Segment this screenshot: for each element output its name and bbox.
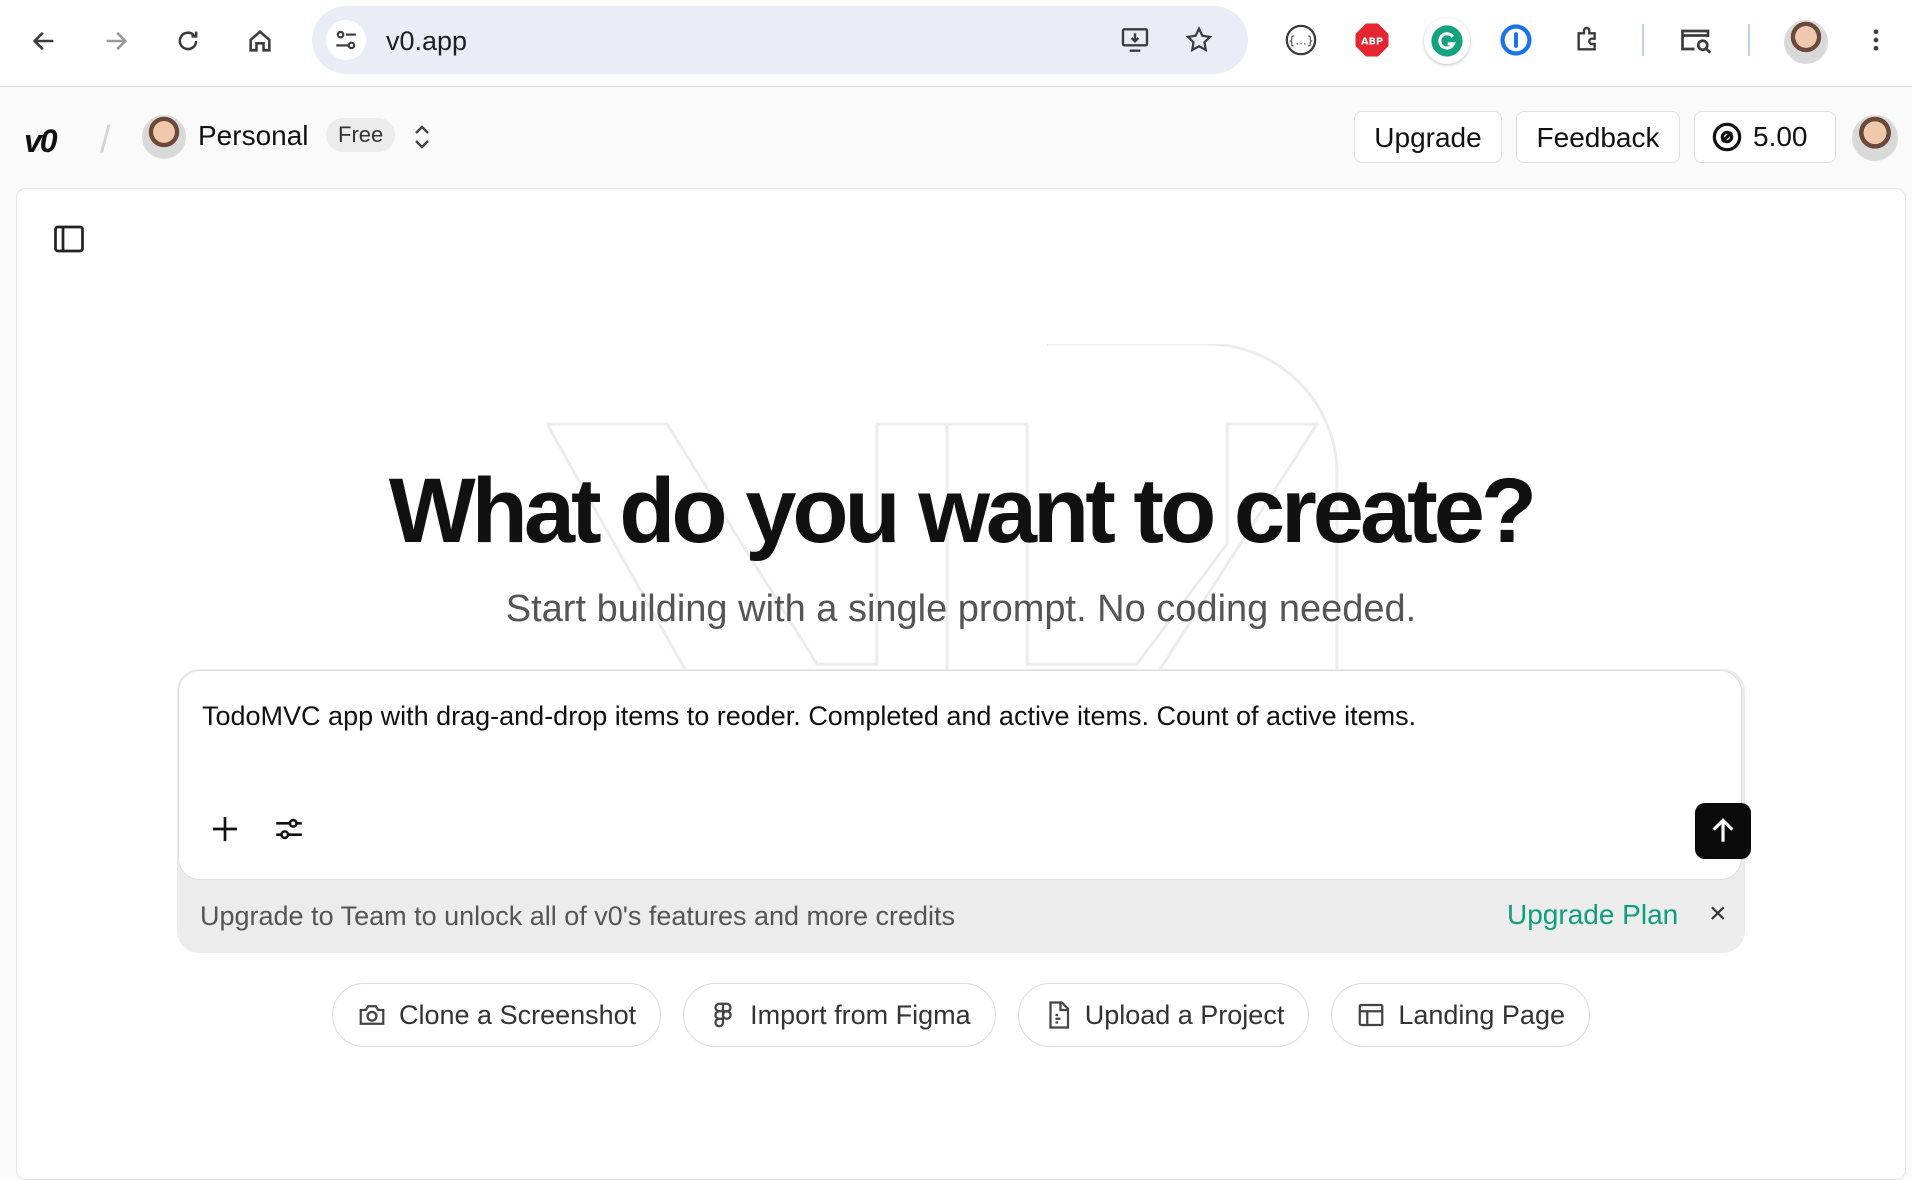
figma-icon [714,1002,732,1028]
workspace-name[interactable]: Personal [198,120,309,152]
hero-title: What do you want to create? [388,460,1537,562]
forward-icon[interactable] [96,21,136,61]
svg-text:ABP: ABP [1361,37,1383,48]
1password-icon[interactable] [1496,20,1536,60]
prompt-container: TodoMVC app with drag-and-drop items to … [177,669,1751,953]
adblock-plus-icon[interactable]: ABP [1352,20,1392,60]
prompt-text[interactable]: TodoMVC app with drag-and-drop items to … [202,701,1416,732]
plan-badge: Free [326,118,396,152]
upgrade-plan-link[interactable]: Upgrade Plan [1507,899,1678,931]
suggestion-import-figma[interactable]: Import from Figma [683,983,996,1047]
suggestion-label: Import from Figma [750,999,971,1030]
reload-icon[interactable] [168,21,208,61]
v0-logo[interactable]: v0 [24,123,58,160]
header-separator: / [100,119,111,161]
file-upload-icon [1049,1001,1069,1029]
back-icon[interactable] [24,21,64,61]
site-settings-icon[interactable] [326,20,366,60]
feedback-button[interactable]: Feedback [1516,111,1680,163]
install-app-icon[interactable] [1118,23,1152,57]
workspace-avatar [142,115,186,159]
suggestion-label: Landing Page [1398,999,1565,1030]
bookmark-star-icon[interactable] [1182,23,1216,57]
main-panel: What do you want to create? Start buildi… [16,188,1906,1180]
browser-toolbar: v0.app {…} ABP [0,0,1912,87]
settings-sliders-icon[interactable] [267,807,311,851]
more-menu-icon[interactable] [1856,20,1896,60]
prompt-input[interactable]: TodoMVC app with drag-and-drop items to … [178,670,1751,880]
suggestion-landing-page[interactable]: Landing Page [1331,983,1590,1047]
profile-avatar[interactable] [1784,20,1828,64]
workspace-switcher-icon[interactable] [410,123,434,156]
sidebar-toggle-icon[interactable] [51,221,87,257]
camera-icon [359,1005,385,1025]
svg-text:{…}: {…} [1288,33,1314,47]
suggestion-upload-project[interactable]: Upload a Project [1017,983,1310,1047]
extensions-puzzle-icon[interactable] [1568,20,1608,60]
user-avatar[interactable] [1852,115,1898,161]
hero-subtitle: Start building with a single prompt. No … [505,588,1417,630]
layout-icon [1358,1003,1384,1027]
app-header: v0 / Personal Free Upgrade Feedback 5.00 [0,87,1912,189]
attach-plus-icon[interactable] [203,807,247,851]
credits-button[interactable]: 5.00 [1694,111,1836,163]
arrow-up-icon [1712,818,1734,842]
upsell-message: Upgrade to Team to unlock all of v0's fe… [200,901,956,931]
suggestion-chips: Clone a Screenshot Import from Figma Upl… [17,983,1905,1047]
close-icon[interactable]: × [1709,897,1727,931]
home-icon[interactable] [240,21,280,61]
send-button[interactable] [1695,803,1751,859]
json-viewer-icon[interactable]: {…} [1281,20,1321,60]
toolbar-divider [1748,24,1750,56]
suggestion-label: Clone a Screenshot [399,999,637,1030]
tab-search-icon[interactable] [1676,20,1716,60]
credits-value: 5.00 [1753,121,1808,152]
suggestion-label: Upload a Project [1084,999,1285,1030]
address-bar[interactable]: v0.app [312,6,1248,74]
toolbar-divider [1642,24,1644,56]
suggestion-clone-screenshot[interactable]: Clone a Screenshot [332,983,662,1047]
upgrade-button[interactable]: Upgrade [1354,111,1502,163]
url-text[interactable]: v0.app [386,26,467,57]
credits-icon [1712,122,1742,152]
grammarly-icon[interactable] [1424,18,1470,64]
